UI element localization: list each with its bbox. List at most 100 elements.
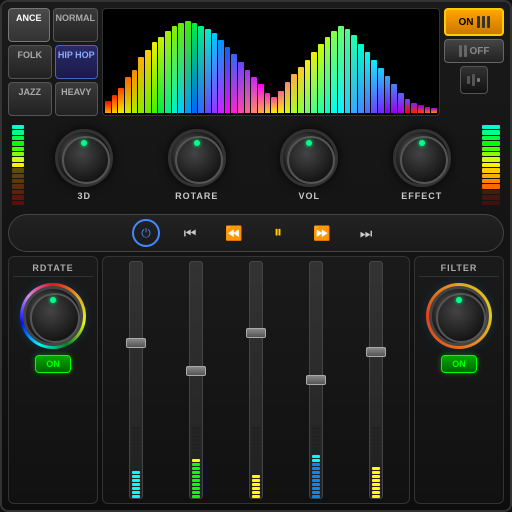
vu-left-bar-12 xyxy=(12,190,24,194)
fader-vu-bar-2-8 xyxy=(252,463,260,466)
fader-vu-bar-4-8 xyxy=(372,463,380,466)
knob-item-effect: EFFECT xyxy=(393,129,451,201)
transport-skip-fwd-button[interactable]: ⏭ xyxy=(352,219,380,247)
transport-next-button[interactable]: ⏩ xyxy=(308,219,336,247)
genre-btn-jazz[interactable]: JAZZ xyxy=(8,82,52,116)
genre-btn-heavy[interactable]: HEAVY xyxy=(55,82,99,116)
filter-knob[interactable] xyxy=(429,286,489,346)
spectrum-bar-6 xyxy=(145,50,151,113)
vu-right-bar-1 xyxy=(482,130,500,134)
genre-btn-ance[interactable]: ANCE xyxy=(8,8,50,42)
vu-left-bar-14 xyxy=(12,201,24,205)
fader-vu-bar-2-2 xyxy=(252,487,260,490)
fader-vu-bar-2-10 xyxy=(252,455,260,458)
vu-right-bar-7 xyxy=(482,163,500,167)
app-container: ANCE NORMAL FOLK HIP HOP JAZZ HEAVY ON xyxy=(0,0,512,512)
power-off-button[interactable]: OFF xyxy=(444,39,504,63)
fader-vu-bar-0-9 xyxy=(132,459,140,462)
fader-vu-bar-3-7 xyxy=(312,467,320,470)
spectrum-bar-22 xyxy=(251,77,257,113)
genre-row-1: ANCE NORMAL xyxy=(8,8,98,42)
spectrum-bar-39 xyxy=(365,52,371,113)
fader-vu-bar-0-10 xyxy=(132,455,140,458)
genre-row-2: FOLK HIP HOP xyxy=(8,45,98,79)
fader-vu-bar-1-16 xyxy=(192,431,200,434)
spectrum-bar-17 xyxy=(218,40,224,113)
knob-rotare-label: ROTARE xyxy=(175,191,218,201)
filter-knob-indicator xyxy=(456,297,462,303)
vu-left-bar-10 xyxy=(12,179,24,183)
vu-right-bar-2 xyxy=(482,136,500,140)
spectrum-bar-0 xyxy=(105,101,111,113)
genre-btn-hiphop[interactable]: HIP HOP xyxy=(55,45,99,79)
fader-vu-bar-2-7 xyxy=(252,467,260,470)
spectrum-bar-35 xyxy=(338,26,344,113)
fader-vu-bar-4-11 xyxy=(372,451,380,454)
bottom-section: RDTATE ON FILTER ON xyxy=(8,256,504,504)
fader-vu-bar-2-11 xyxy=(252,451,260,454)
transport-skip-back-button[interactable]: ⏮ xyxy=(176,219,204,247)
spectrum-bar-19 xyxy=(231,54,237,113)
fader-channel-3 xyxy=(288,261,345,499)
fader-channel-1 xyxy=(167,261,224,499)
spectrum-bar-13 xyxy=(192,23,198,113)
rotate-on-button[interactable]: ON xyxy=(35,355,71,373)
fader-vu-bar-3-4 xyxy=(312,479,320,482)
power-icon-button[interactable] xyxy=(460,66,488,94)
knob-rotare[interactable] xyxy=(168,129,226,187)
knob-effect[interactable] xyxy=(393,129,451,187)
spectrum-bar-12 xyxy=(185,21,191,113)
knob-item-vol: VOL xyxy=(280,129,338,201)
fader-vu-bar-2-16 xyxy=(252,431,260,434)
top-section: ANCE NORMAL FOLK HIP HOP JAZZ HEAVY ON xyxy=(8,8,504,116)
knob-vol-label: VOL xyxy=(298,191,320,201)
fader-handle-3[interactable] xyxy=(306,375,326,385)
fader-vu-bar-3-0 xyxy=(312,495,320,498)
transport-power-button[interactable]: ⏻ xyxy=(132,219,160,247)
fader-handle-4[interactable] xyxy=(366,347,386,357)
fader-vu-bar-2-6 xyxy=(252,471,260,474)
transport-prev-button[interactable]: ⏪ xyxy=(220,219,248,247)
filter-on-button[interactable]: ON xyxy=(441,355,477,373)
fader-vu-bar-0-4 xyxy=(132,479,140,482)
fader-vu-bar-2-9 xyxy=(252,459,260,462)
fader-vu-bar-2-14 xyxy=(252,439,260,442)
fader-vu-bar-4-12 xyxy=(372,447,380,450)
power-lines-on xyxy=(477,16,490,28)
genre-row-3: JAZZ HEAVY xyxy=(8,82,98,116)
fader-vu-bar-4-9 xyxy=(372,459,380,462)
fader-vu-bar-1-17 xyxy=(192,427,200,430)
vu-right-bar-12 xyxy=(482,190,500,194)
power-on-button[interactable]: ON xyxy=(444,8,504,36)
fader-vu-bar-3-2 xyxy=(312,487,320,490)
vu-left-bar-7 xyxy=(12,163,24,167)
fader-vu-bar-3-12 xyxy=(312,447,320,450)
rotate-knob[interactable] xyxy=(23,286,83,346)
fader-handle-2[interactable] xyxy=(246,328,266,338)
spectrum-bar-33 xyxy=(325,37,331,114)
fader-vu-bar-3-11 xyxy=(312,451,320,454)
fader-handle-1[interactable] xyxy=(186,366,206,376)
genre-btn-folk[interactable]: FOLK xyxy=(8,45,52,79)
spectrum-bar-40 xyxy=(371,60,377,113)
fader-handle-0[interactable] xyxy=(126,338,146,348)
vu-meter-right xyxy=(482,125,500,205)
fader-vu-bar-4-14 xyxy=(372,439,380,442)
genre-btn-normal[interactable]: NORMAL xyxy=(53,8,99,42)
fader-vu-bar-0-1 xyxy=(132,491,140,494)
fader-channel-4 xyxy=(348,261,405,499)
knob-vol[interactable] xyxy=(280,129,338,187)
knob-3d[interactable] xyxy=(55,129,113,187)
vu-left-bar-6 xyxy=(12,157,24,161)
spectrum-bar-38 xyxy=(358,44,364,113)
fader-vu-bar-1-14 xyxy=(192,439,200,442)
fader-vu-bar-4-4 xyxy=(372,479,380,482)
vu-right-bar-13 xyxy=(482,195,500,199)
transport-pause-button[interactable]: ⏸ xyxy=(264,219,292,247)
fader-vu-bar-0-14 xyxy=(132,439,140,442)
power-lines-off xyxy=(459,45,467,57)
fader-vu-bar-1-15 xyxy=(192,435,200,438)
fader-track-2 xyxy=(249,261,263,499)
fader-vu-bar-4-10 xyxy=(372,455,380,458)
spectrum-bar-28 xyxy=(291,74,297,113)
